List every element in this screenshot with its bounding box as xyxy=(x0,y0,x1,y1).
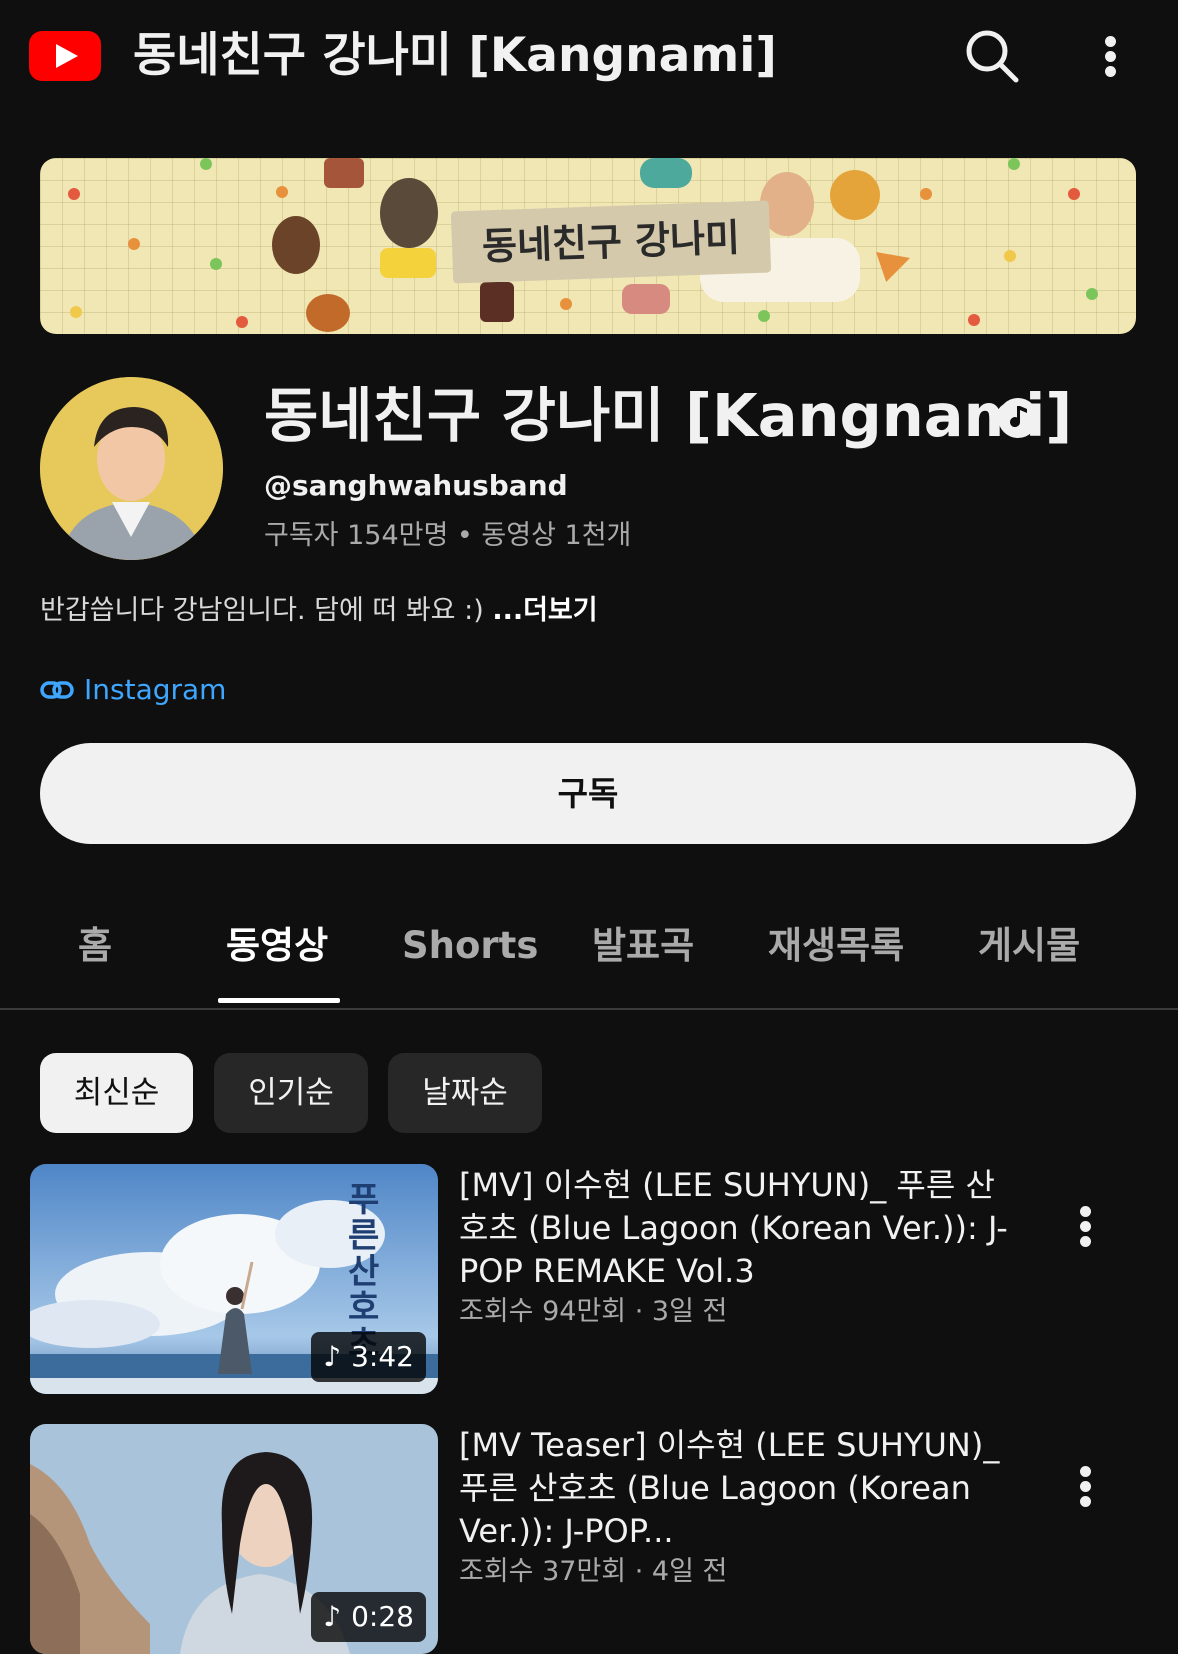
music-note-icon: ♪ xyxy=(323,1600,342,1633)
banner-dot xyxy=(128,238,140,250)
more-link[interactable]: ...더보기 xyxy=(492,595,597,626)
music-verified-icon xyxy=(997,397,1039,439)
video-meta: 조회수 94만회 · 3일 전 xyxy=(459,1296,728,1327)
banner-dot xyxy=(758,310,770,322)
dot xyxy=(1080,1496,1091,1507)
video-thumbnail[interactable]: ♪ 0:28 xyxy=(30,1424,438,1654)
dot xyxy=(1080,1466,1091,1477)
banner-dot xyxy=(68,188,80,200)
video-thumbnail[interactable]: 푸른 산호초 ♪3:42 xyxy=(30,1164,438,1394)
video-item[interactable]: 푸른 산호초 ♪3:42 [MV] 이수현 (LEE SUHYUN)_ 푸른 산… xyxy=(0,1164,1178,1394)
banner-chicken xyxy=(306,294,350,332)
top-app-bar: 동네친구 강나미 [Kangnami] xyxy=(0,0,1178,115)
video-duration: ♪ 3:42 xyxy=(311,1332,426,1382)
banner-dot xyxy=(920,188,932,200)
channel-name: 동네친구 강나미 [Kangnami] xyxy=(264,381,1073,450)
dot xyxy=(1080,1221,1091,1232)
banner-cake xyxy=(324,158,364,188)
channel-handle: @sanghwahusband xyxy=(264,469,568,502)
dot xyxy=(1080,1481,1091,1492)
duration-label: 0:28 xyxy=(351,1600,414,1633)
dot xyxy=(1080,1236,1091,1247)
tab-releases[interactable]: 발표곡 xyxy=(592,910,694,982)
banner-dot xyxy=(236,316,248,328)
video-duration: ♪ 0:28 xyxy=(311,1592,426,1642)
chip-popular[interactable]: 인기순 xyxy=(214,1053,368,1133)
banner-dot xyxy=(560,298,572,310)
banner-pizza xyxy=(830,170,880,220)
more-vert-icon[interactable] xyxy=(1083,24,1147,88)
dot xyxy=(1105,51,1116,62)
channel-tabs: 홈 동영상 Shorts 발표곡 재생목록 게시물 xyxy=(0,910,1178,1010)
channel-banner: 동네친구 강나미 xyxy=(40,158,1136,334)
banner-pizza-slice xyxy=(876,252,910,282)
tab-posts[interactable]: 게시물 xyxy=(978,910,1080,982)
banner-title-label: 동네친구 강나미 xyxy=(450,200,772,284)
tab-shorts[interactable]: Shorts xyxy=(402,910,538,982)
link-icon xyxy=(40,674,76,706)
video-more-icon[interactable] xyxy=(1066,1202,1106,1262)
description-text: 반갑씁니다 강남임니다. 담에 떠 봐요 :) xyxy=(40,595,493,626)
chip-oldest[interactable]: 날짜순 xyxy=(388,1053,542,1133)
duration-label: 3:42 xyxy=(351,1340,414,1373)
subscribe-button[interactable]: 구독 xyxy=(40,743,1136,844)
music-note-icon: ♪ xyxy=(323,1340,342,1373)
channel-stats: 구독자 154만명 • 동영상 1천개 xyxy=(264,520,632,551)
banner-dot xyxy=(968,314,980,326)
dot xyxy=(1105,36,1116,47)
tab-playlists[interactable]: 재생목록 xyxy=(768,910,904,982)
banner-dot xyxy=(1086,288,1098,300)
dot xyxy=(1105,66,1116,77)
channel-description[interactable]: 반갑씁니다 강남임니다. 담에 떠 봐요 :) ...더보기 xyxy=(40,593,598,629)
search-icon[interactable] xyxy=(960,24,1024,88)
video-title[interactable]: [MV] 이수현 (LEE SUHYUN)_ 푸른 산호초 (Blue Lago… xyxy=(459,1164,1019,1293)
chip-latest[interactable]: 최신순 xyxy=(40,1053,193,1133)
banner-character xyxy=(272,216,320,274)
header-title: 동네친구 강나미 [Kangnami] xyxy=(133,28,777,83)
tab-home[interactable]: 홈 xyxy=(78,910,112,982)
banner-meat xyxy=(622,284,670,314)
banner-dot xyxy=(70,306,82,318)
active-tab-indicator xyxy=(218,998,340,1003)
video-more-icon[interactable] xyxy=(1066,1462,1106,1522)
link-label: Instagram xyxy=(84,673,227,706)
banner-dot xyxy=(1068,188,1080,200)
video-item[interactable]: ♪ 0:28 [MV Teaser] 이수현 (LEE SUHYUN)_ 푸른 산… xyxy=(0,1424,1178,1654)
channel-avatar[interactable] xyxy=(40,377,223,560)
youtube-logo[interactable] xyxy=(29,31,101,81)
banner-dot xyxy=(200,158,212,170)
banner-character-shirt xyxy=(380,248,436,278)
banner-gamepad xyxy=(640,158,692,188)
banner-dot xyxy=(1008,158,1020,170)
banner-jar xyxy=(480,282,514,322)
video-title[interactable]: [MV Teaser] 이수현 (LEE SUHYUN)_ 푸른 산호초 (Bl… xyxy=(459,1424,1019,1553)
dot xyxy=(1080,1206,1091,1217)
video-meta: 조회수 37만회 · 4일 전 xyxy=(459,1556,728,1587)
banner-dot xyxy=(1004,250,1016,262)
banner-dot xyxy=(210,258,222,270)
tab-videos[interactable]: 동영상 xyxy=(226,910,328,982)
banner-dot xyxy=(276,186,288,198)
banner-character xyxy=(380,178,438,248)
